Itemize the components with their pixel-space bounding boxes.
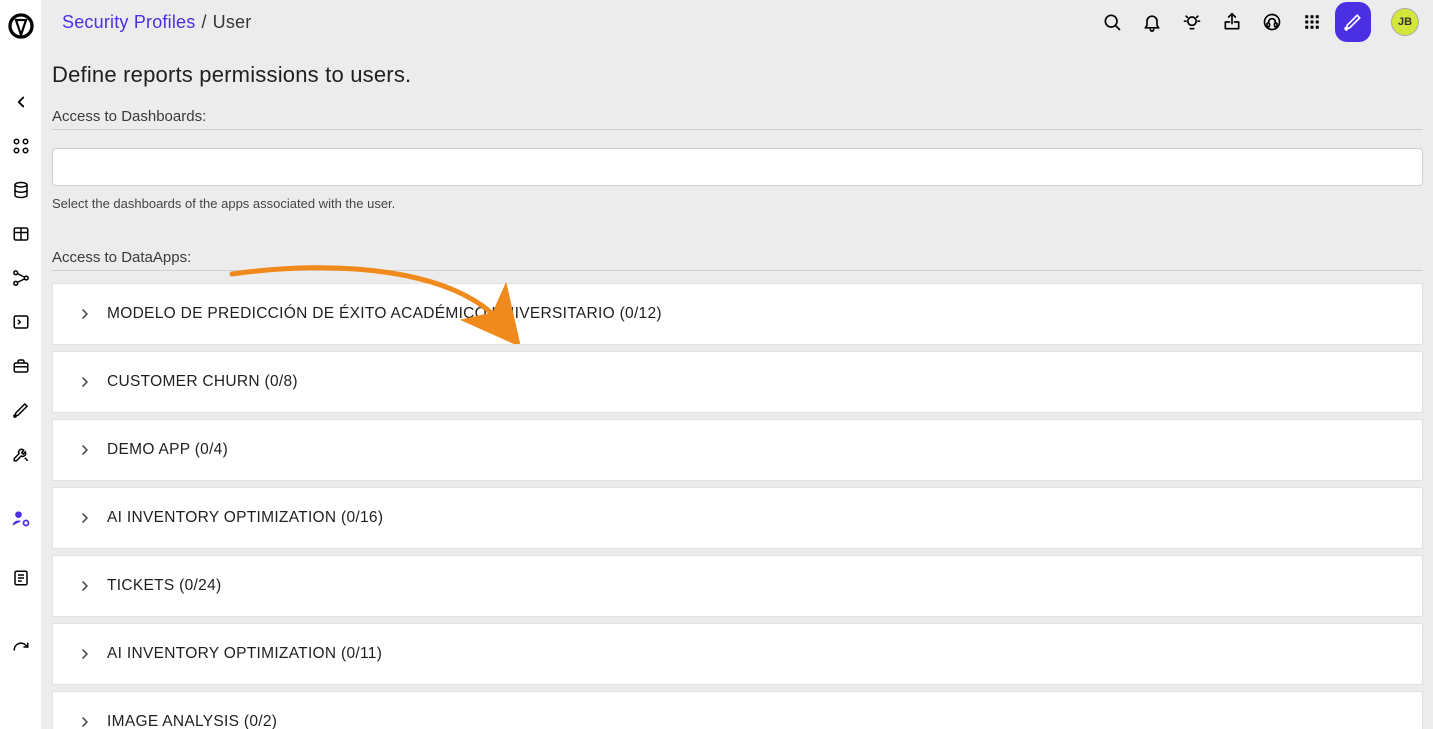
dataapp-row-label: IMAGE ANALYSIS (0/2) — [107, 713, 277, 729]
tools-icon[interactable] — [0, 432, 42, 476]
dashboards-helper-text: Select the dashboards of the apps associ… — [52, 196, 1423, 211]
dataapp-row-label: TICKETS (0/24) — [107, 577, 221, 595]
dataapps-list: MODELO DE PREDICCIÓN DE ÉXITO ACADÉMICO … — [52, 283, 1423, 729]
top-actions: JB — [1095, 2, 1419, 42]
dataapp-row[interactable]: MODELO DE PREDICCIÓN DE ÉXITO ACADÉMICO … — [52, 283, 1423, 345]
collapse-icon[interactable] — [0, 80, 42, 124]
grid-apps-icon[interactable] — [1295, 5, 1329, 39]
share-icon[interactable] — [1215, 5, 1249, 39]
dataapp-row-label: CUSTOMER CHURN (0/8) — [107, 373, 298, 391]
dataapp-row[interactable]: AI INVENTORY OPTIMIZATION (0/16) — [52, 487, 1423, 549]
dataapp-row[interactable]: TICKETS (0/24) — [52, 555, 1423, 617]
docs-icon[interactable] — [0, 556, 42, 600]
refresh-icon[interactable] — [0, 628, 42, 672]
dataapp-row[interactable]: CUSTOMER CHURN (0/8) — [52, 351, 1423, 413]
dataapps-section-label: Access to DataApps: — [52, 249, 1423, 271]
dataapp-row-label: AI INVENTORY OPTIMIZATION (0/11) — [107, 645, 382, 663]
page-title: Define reports permissions to users. — [52, 62, 1423, 88]
breadcrumb-leaf: User — [213, 12, 252, 33]
chevron-right-icon — [75, 304, 95, 324]
chevron-right-icon — [75, 712, 95, 729]
dataapp-row-label: MODELO DE PREDICCIÓN DE ÉXITO ACADÉMICO … — [107, 305, 662, 323]
bell-icon[interactable] — [1135, 5, 1169, 39]
support-icon[interactable] — [1255, 5, 1289, 39]
sidebar — [0, 0, 42, 729]
avatar[interactable]: JB — [1391, 8, 1419, 36]
dashboards-input[interactable] — [52, 148, 1423, 186]
dataapp-row[interactable]: IMAGE ANALYSIS (0/2) — [52, 691, 1423, 729]
flow-icon[interactable] — [0, 256, 42, 300]
compass-icon[interactable] — [1335, 2, 1371, 42]
search-icon[interactable] — [1095, 5, 1129, 39]
database-icon[interactable] — [0, 168, 42, 212]
breadcrumb-root[interactable]: Security Profiles — [62, 12, 195, 33]
breadcrumb: Security Profiles / User — [62, 12, 251, 33]
chevron-right-icon — [75, 576, 95, 596]
terminal-icon[interactable] — [0, 300, 42, 344]
chevron-right-icon — [75, 372, 95, 392]
content-area: Define reports permissions to users. Acc… — [42, 44, 1433, 729]
breadcrumb-separator: / — [201, 12, 206, 33]
table-icon[interactable] — [0, 212, 42, 256]
lightbulb-icon[interactable] — [1175, 5, 1209, 39]
apps-icon[interactable] — [0, 124, 42, 168]
dataapp-row[interactable]: AI INVENTORY OPTIMIZATION (0/11) — [52, 623, 1423, 685]
dashboards-section-label: Access to Dashboards: — [52, 108, 1423, 130]
user-settings-icon[interactable] — [0, 496, 42, 540]
chevron-right-icon — [75, 440, 95, 460]
chevron-right-icon — [75, 508, 95, 528]
chevron-right-icon — [75, 644, 95, 664]
dataapp-row-label: AI INVENTORY OPTIMIZATION (0/16) — [107, 509, 383, 527]
dataapp-row-label: DEMO APP (0/4) — [107, 441, 228, 459]
topbar: Security Profiles / User — [42, 0, 1433, 44]
design-icon[interactable] — [0, 388, 42, 432]
toolbox-icon[interactable] — [0, 344, 42, 388]
logo-icon[interactable] — [0, 6, 42, 46]
dataapp-row[interactable]: DEMO APP (0/4) — [52, 419, 1423, 481]
